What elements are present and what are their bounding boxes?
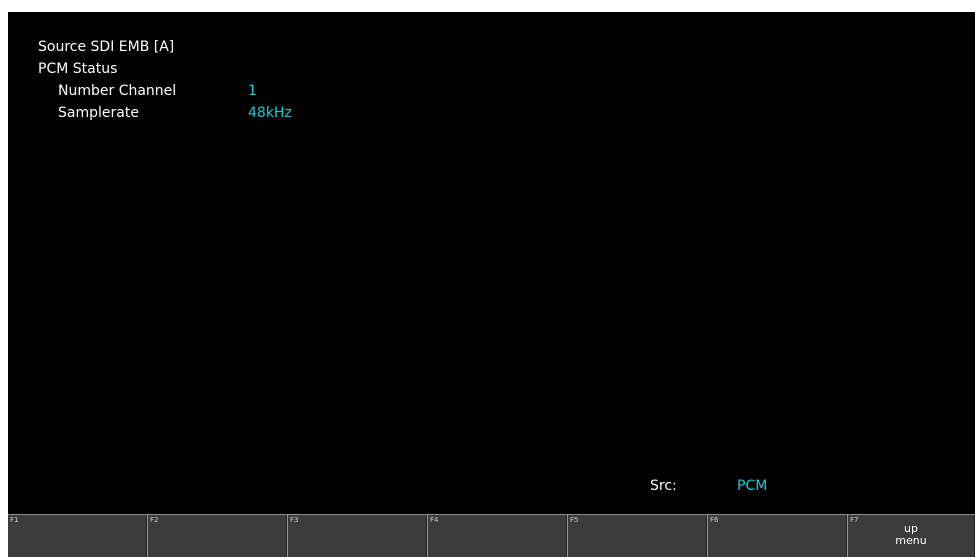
pcm-status-panel: Source SDI EMB [A] PCM Status Number Cha… [38, 36, 292, 124]
src-label: Src: [650, 478, 677, 494]
f2-key[interactable]: F2 [147, 515, 287, 557]
f4-key[interactable]: F4 [427, 515, 567, 557]
source-label: Source SDI EMB [A] [38, 39, 175, 55]
samplerate-value: 48kHz [248, 105, 292, 121]
f1-key-number: F1 [10, 516, 19, 524]
f6-key[interactable]: F6 [707, 515, 847, 557]
samplerate-label: Samplerate [58, 105, 139, 121]
f3-key-number: F3 [290, 516, 299, 524]
f7-key-label-2: menu [895, 534, 927, 547]
f5-key[interactable]: F5 [567, 515, 707, 557]
f4-key-number: F4 [430, 516, 439, 524]
f3-key[interactable]: F3 [287, 515, 427, 557]
src-indicator: Src: PCM [650, 478, 767, 494]
f5-key-number: F5 [570, 516, 579, 524]
f1-key[interactable]: F1 [8, 515, 147, 557]
number-channel-value: 1 [248, 83, 257, 99]
f6-key-number: F6 [710, 516, 719, 524]
monitor-screen: Source SDI EMB [A] PCM Status Number Cha… [8, 12, 975, 557]
function-key-bar: F1 F2 F3 F4 F5 F6 F7 up menu [8, 514, 975, 557]
f2-key-number: F2 [150, 516, 159, 524]
number-channel-label: Number Channel [58, 83, 177, 99]
number-channel-row: Number Channel 1 [38, 80, 292, 102]
section-title: PCM Status [38, 61, 118, 77]
samplerate-row: Samplerate 48kHz [38, 102, 292, 124]
f7-up-menu-key[interactable]: F7 up menu [847, 515, 975, 557]
src-value: PCM [737, 478, 768, 494]
